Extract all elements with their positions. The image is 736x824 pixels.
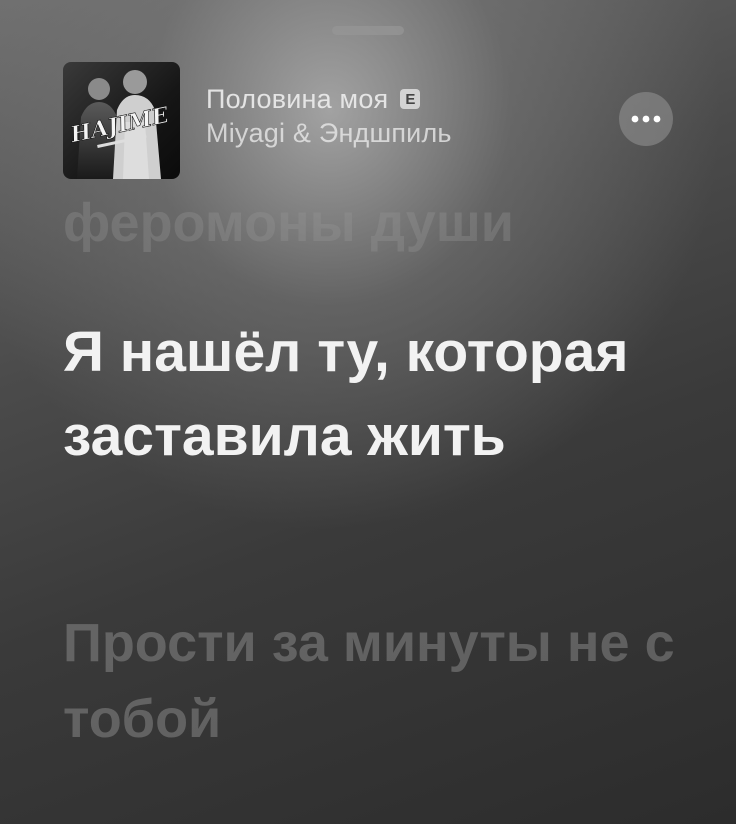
more-options-button[interactable] <box>619 92 673 146</box>
track-title: Половина моя <box>206 83 389 114</box>
track-artist[interactable]: Miyagi & Эндшпиль <box>206 118 452 149</box>
album-cover-art: HAJIME <box>67 70 172 179</box>
now-playing-header: HAJIME Половина моя E Miyagi & Эндшпиль <box>63 62 676 180</box>
track-info[interactable]: Половина моя E Miyagi & Эндшпиль <box>206 82 452 149</box>
lyric-line-current[interactable]: Я нашёл ту, которая заставила жить <box>63 310 683 478</box>
lyric-line-next[interactable]: Прости за минуты не с тобой <box>63 605 683 757</box>
lyric-line-previous[interactable]: феромоны души <box>63 188 514 258</box>
sheet-grabber[interactable] <box>332 26 404 35</box>
track-title-row: Половина моя E <box>206 82 452 116</box>
more-horizontal-icon <box>631 115 661 123</box>
explicit-badge: E <box>400 89 421 109</box>
album-cover[interactable]: HAJIME <box>63 62 180 179</box>
